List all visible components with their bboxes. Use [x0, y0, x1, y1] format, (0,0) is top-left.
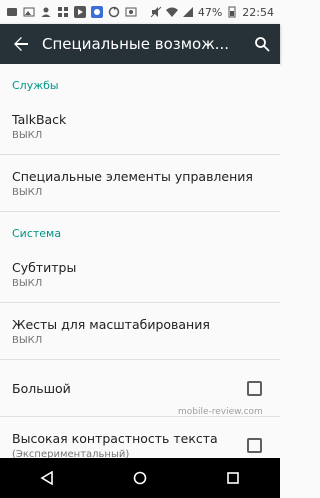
app-bar: Специальные возмож... — [0, 24, 280, 64]
setting-title: Специальные элементы управления — [12, 168, 253, 184]
setting-switch-access[interactable]: Специальные элементы управления ВЫКЛ — [0, 155, 280, 212]
messages-icon — [7, 8, 17, 16]
triangle-back-icon — [40, 471, 53, 485]
user-icon — [41, 7, 51, 17]
setting-talkback[interactable]: TalkBack ВЫКЛ — [0, 98, 280, 155]
setting-summary: ВЫКЛ — [12, 334, 43, 346]
large-text-checkbox[interactable] — [247, 381, 262, 396]
arrow-back-icon — [14, 37, 28, 51]
battery-percent: 47% — [197, 5, 223, 19]
nav-recents-button[interactable] — [213, 458, 253, 498]
mute-icon — [150, 6, 162, 18]
nav-home-button[interactable] — [120, 458, 160, 498]
circle-home-icon — [133, 471, 147, 485]
battery-icon — [228, 6, 236, 18]
gallery-icon — [23, 7, 35, 17]
settings-list[interactable]: Службы TalkBack ВЫКЛ Специальные элемент… — [0, 64, 280, 458]
section-header-system: Система — [12, 227, 62, 240]
setting-summary: ВЫКЛ — [12, 129, 43, 141]
setting-high-contrast[interactable]: Высокая контрастность текста (Эксперимен… — [0, 417, 280, 458]
high-contrast-checkbox[interactable] — [247, 438, 262, 453]
watermark: mobile-review.com — [178, 407, 263, 417]
setting-summary: ВЫКЛ — [12, 186, 43, 198]
back-button[interactable] — [0, 24, 42, 64]
clock: 22:54 — [242, 5, 274, 19]
search-button[interactable] — [244, 24, 280, 64]
setting-title: Высокая контрастность текста — [12, 430, 218, 446]
setting-title: Большой — [12, 380, 71, 396]
nav-back-button[interactable] — [27, 458, 67, 498]
setting-title: TalkBack — [12, 111, 67, 127]
setting-summary: (Экспериментальный) — [12, 448, 130, 459]
play-icon — [74, 6, 86, 18]
page-title: Специальные возмож... — [42, 35, 230, 53]
signal-icon — [182, 7, 193, 17]
apps-icon — [58, 7, 68, 17]
navigation-bar — [0, 458, 280, 498]
square-recents-icon — [227, 472, 240, 484]
section-header-services: Службы — [12, 79, 59, 92]
app-icon — [91, 6, 103, 18]
setting-summary: ВЫКЛ — [12, 277, 43, 289]
wifi-icon — [165, 7, 178, 17]
setting-magnification[interactable]: Жесты для масштабирования ВЫКЛ — [0, 303, 280, 360]
photo-icon — [125, 7, 137, 17]
setting-title: Жесты для масштабирования — [12, 316, 210, 332]
status-bar: 47% 22:54 — [0, 0, 280, 24]
sync-icon — [108, 6, 120, 18]
setting-title: Субтитры — [12, 259, 77, 275]
search-icon — [255, 37, 270, 52]
setting-captions[interactable]: Субтитры ВЫКЛ — [0, 246, 280, 303]
